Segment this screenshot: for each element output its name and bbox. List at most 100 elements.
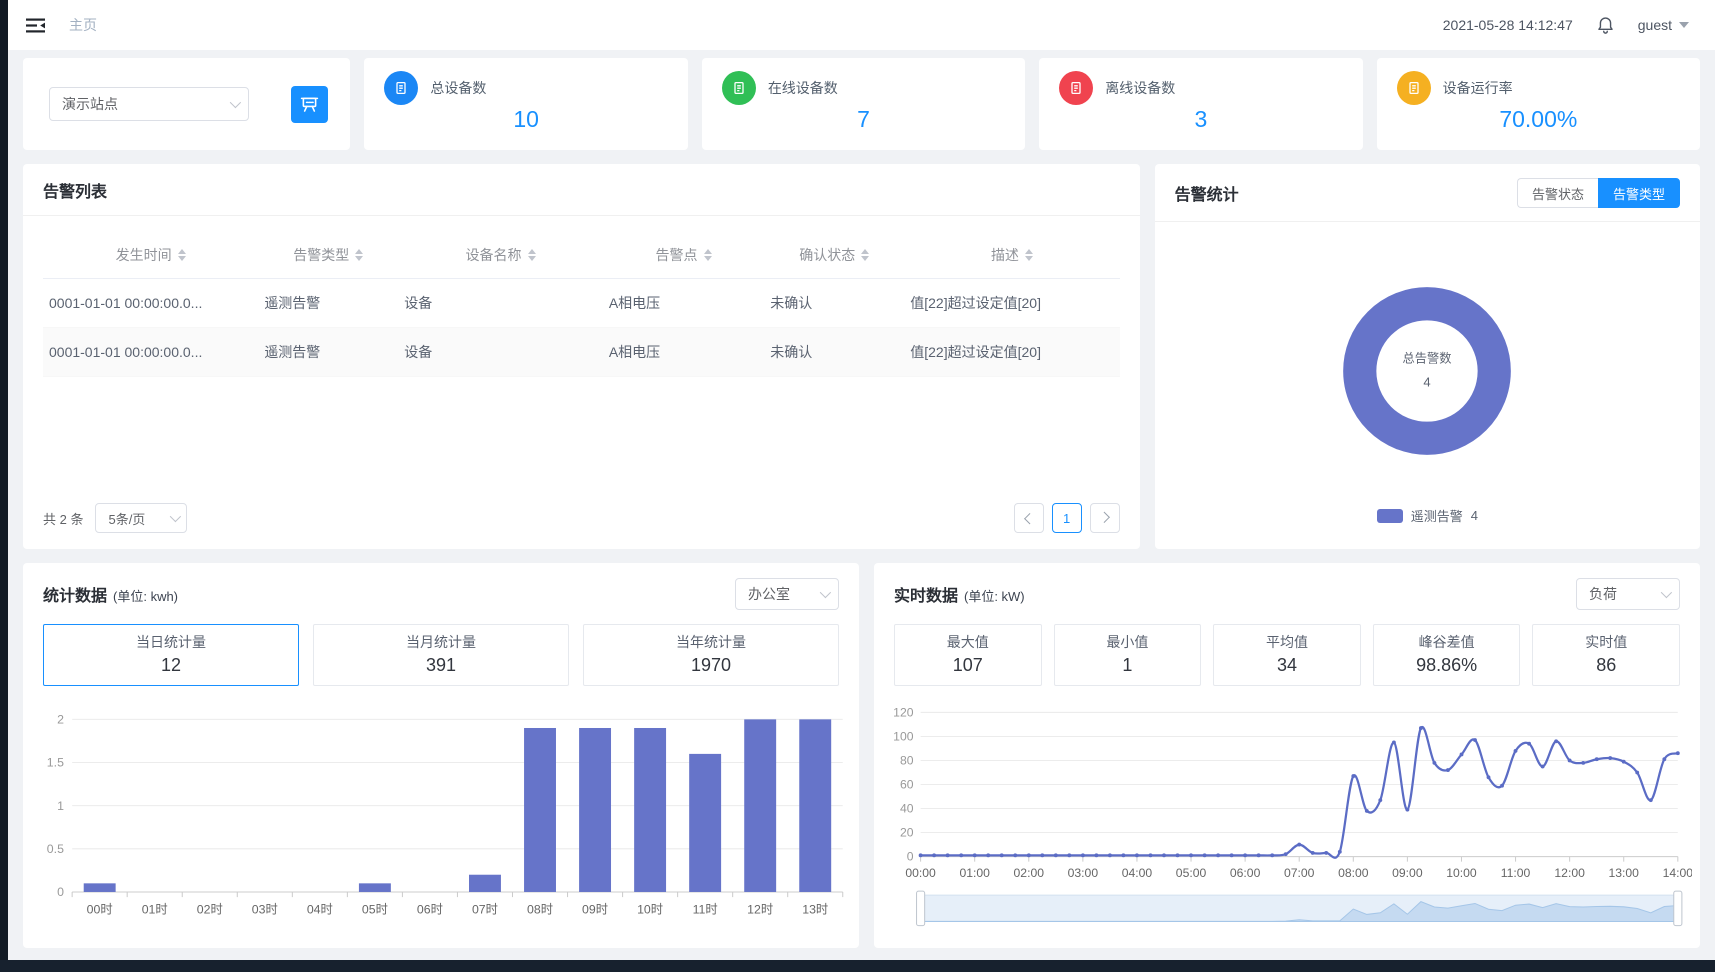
stat-card-run-rate: 设备运行率 70.00% xyxy=(1377,58,1700,150)
alarm-table: 发生时间 告警类型 设备名称 告警点 确认状态 描述 0001-01-01 00… xyxy=(23,216,1140,377)
table-header-row: 发生时间 告警类型 设备名称 告警点 确认状态 描述 xyxy=(43,232,1120,279)
chevron-down-icon xyxy=(1661,587,1672,598)
stat-cards-row: 演示站点 总设备数 10 xyxy=(23,58,1700,150)
offline-devices-icon xyxy=(1059,71,1093,105)
svg-text:09时: 09时 xyxy=(582,903,608,917)
svg-text:1.5: 1.5 xyxy=(47,756,64,770)
page-number-button[interactable]: 1 xyxy=(1052,503,1082,533)
column-header-device-name[interactable]: 设备名称 xyxy=(398,232,603,279)
stat-peak-valley: 峰谷差值98.86% xyxy=(1373,624,1521,686)
alarm-donut-chart: 总告警数 4 xyxy=(1296,240,1558,502)
column-header-alarm-point[interactable]: 告警点 xyxy=(603,232,764,279)
stat-card-label: 离线设备数 xyxy=(1105,78,1175,98)
svg-text:07时: 07时 xyxy=(472,903,498,917)
sort-icon[interactable] xyxy=(1025,249,1033,261)
svg-text:100: 100 xyxy=(893,730,914,744)
tab-yearly-total[interactable]: 当年统计量 1970 xyxy=(583,624,839,686)
statistics-unit: (单位: kwh) xyxy=(113,589,178,604)
stat-card-label: 总设备数 xyxy=(430,78,486,98)
svg-text:04:00: 04:00 xyxy=(1122,866,1153,880)
collapsed-sidebar-strip xyxy=(0,0,8,972)
sort-icon[interactable] xyxy=(861,249,869,261)
menu-fold-icon[interactable] xyxy=(26,16,45,35)
username: guest xyxy=(1638,17,1672,33)
tab-monthly-total[interactable]: 当月统计量 391 xyxy=(313,624,569,686)
toggle-alarm-type[interactable]: 告警类型 xyxy=(1598,178,1680,208)
svg-text:00:00: 00:00 xyxy=(905,866,936,880)
total-count-text: 共 2 条 xyxy=(43,509,83,528)
column-header-occur-time[interactable]: 发生时间 xyxy=(43,232,258,279)
cell-alarm-type: 遥测告警 xyxy=(258,328,398,377)
svg-text:10:00: 10:00 xyxy=(1446,866,1477,880)
sort-icon[interactable] xyxy=(704,249,712,261)
next-page-button[interactable] xyxy=(1090,503,1120,533)
svg-text:40: 40 xyxy=(900,802,914,816)
screen-view-button[interactable] xyxy=(291,86,328,123)
table-row[interactable]: 0001-01-01 00:00:00.0... 遥测告警 设备 A相电压 未确… xyxy=(43,279,1120,328)
column-header-description[interactable]: 描述 xyxy=(904,232,1119,279)
realtime-panel: 实时数据(单位: kW) 负荷 最大值107 最小值1 平均值34 峰谷差值98… xyxy=(874,563,1700,948)
alarm-stats-title: 告警统计 xyxy=(1175,181,1239,205)
alarm-list-panel: 告警列表 发生时间 告警类型 设备名称 告警点 确认状态 描述 xyxy=(23,164,1140,549)
svg-text:11:00: 11:00 xyxy=(1501,866,1531,880)
donut-legend[interactable]: 遥测告警 4 xyxy=(1377,506,1478,525)
svg-text:09:00: 09:00 xyxy=(1392,866,1423,880)
site-selector-card: 演示站点 xyxy=(23,58,350,150)
column-header-confirm-status[interactable]: 确认状态 xyxy=(764,232,904,279)
breadcrumb[interactable]: 主页 xyxy=(69,15,97,35)
datetime: 2021-05-28 14:12:47 xyxy=(1443,17,1573,33)
stat-card-value: 3 xyxy=(1059,106,1342,133)
stat-card-value: 7 xyxy=(722,106,1005,133)
svg-text:12时: 12时 xyxy=(747,903,773,917)
cell-device-name: 设备 xyxy=(398,328,603,377)
svg-text:13:00: 13:00 xyxy=(1608,866,1639,880)
realtime-line-chart[interactable]: 02040608010012000:0001:0002:0003:0004:00… xyxy=(880,690,1692,946)
legend-value: 4 xyxy=(1471,508,1478,523)
svg-text:0: 0 xyxy=(907,850,914,864)
realtime-stats-row: 最大值107 最小值1 平均值34 峰谷差值98.86% 实时值86 xyxy=(874,616,1700,686)
chevron-down-icon xyxy=(820,587,831,598)
legend-label: 遥测告警 xyxy=(1411,506,1463,525)
prev-page-button[interactable] xyxy=(1014,503,1044,533)
room-select[interactable]: 办公室 xyxy=(735,578,839,610)
datazoom-handle[interactable] xyxy=(1674,891,1682,926)
daily-bar-chart: 00.511.5200时01时02时03时04时05时06时07时08时09时1… xyxy=(29,690,851,946)
svg-text:120: 120 xyxy=(893,705,914,719)
user-menu[interactable]: guest xyxy=(1638,17,1689,33)
cell-alarm-point: A相电压 xyxy=(603,328,764,377)
sort-icon[interactable] xyxy=(528,249,536,261)
tab-daily-total[interactable]: 当日统计量 12 xyxy=(43,624,299,686)
svg-text:06时: 06时 xyxy=(417,903,443,917)
page-size-select[interactable]: 5条/页 xyxy=(95,503,187,533)
stat-realtime: 实时值86 xyxy=(1532,624,1680,686)
table-row[interactable]: 0001-01-01 00:00:00.0... 遥测告警 设备 A相电压 未确… xyxy=(43,328,1120,377)
notification-bell-icon[interactable] xyxy=(1595,15,1616,36)
sort-icon[interactable] xyxy=(355,249,363,261)
datazoom-handle[interactable] xyxy=(917,891,925,926)
bottom-edge-strip xyxy=(0,960,1715,972)
stat-avg: 平均值34 xyxy=(1213,624,1361,686)
site-select[interactable]: 演示站点 xyxy=(49,87,249,121)
realtime-unit: (单位: kW) xyxy=(964,589,1025,604)
daily-bar-chart-box: 00.511.5200时01时02时03时04时05时06时07时08时09时1… xyxy=(23,686,859,948)
svg-text:01时: 01时 xyxy=(142,903,168,917)
load-select[interactable]: 负荷 xyxy=(1576,578,1680,610)
sort-icon[interactable] xyxy=(178,249,186,261)
svg-text:1: 1 xyxy=(57,799,64,813)
cell-device-name: 设备 xyxy=(398,279,603,328)
total-devices-icon xyxy=(384,71,418,105)
dashboard-content: 演示站点 总设备数 1 0 xyxy=(8,50,1715,960)
stat-card-label: 在线设备数 xyxy=(768,78,838,98)
statistics-panel: 统计数据(单位: kwh) 办公室 当日统计量 12 当月统计量 391 xyxy=(23,563,859,948)
svg-text:20: 20 xyxy=(900,826,914,840)
toggle-alarm-status[interactable]: 告警状态 xyxy=(1517,178,1598,208)
cell-occur-time: 0001-01-01 00:00:00.0... xyxy=(43,328,258,377)
stat-card-label: 设备运行率 xyxy=(1443,78,1513,98)
svg-text:12:00: 12:00 xyxy=(1554,866,1585,880)
cell-occur-time: 0001-01-01 00:00:00.0... xyxy=(43,279,258,328)
svg-text:02时: 02时 xyxy=(197,903,223,917)
donut-center-value: 4 xyxy=(1424,375,1431,390)
presentation-board-icon xyxy=(300,95,319,114)
online-devices-icon xyxy=(722,71,756,105)
column-header-alarm-type[interactable]: 告警类型 xyxy=(258,232,398,279)
